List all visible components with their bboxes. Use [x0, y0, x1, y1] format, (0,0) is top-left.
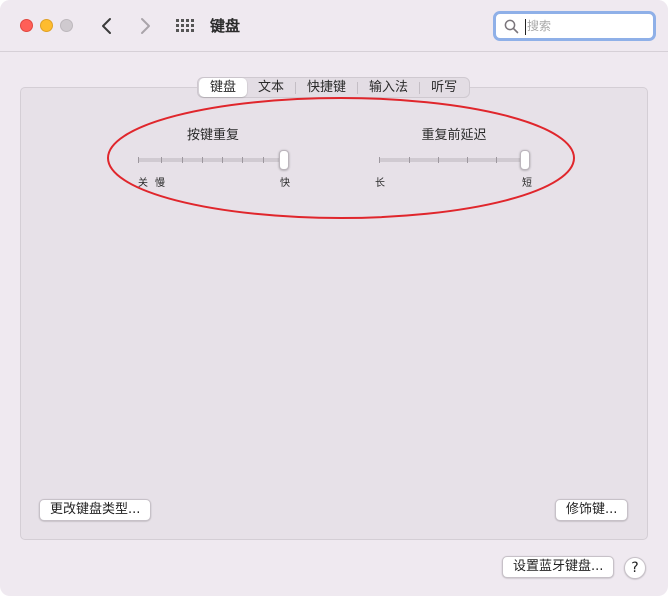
tick-mark — [263, 157, 264, 163]
modifier-keys-button[interactable]: 修饰键... — [555, 499, 629, 521]
search-input[interactable] — [527, 16, 647, 36]
key-repeat-knob[interactable] — [279, 150, 289, 170]
key-repeat-slow-label: 慢 — [155, 178, 165, 189]
repeat-delay-knob[interactable] — [520, 150, 530, 170]
repeat-delay-short-label: 短 — [522, 178, 532, 189]
tick-mark — [467, 157, 468, 163]
repeat-delay-title: 重复前延迟 — [421, 128, 487, 143]
tab-keyboard[interactable]: 键盘 — [199, 78, 248, 97]
keyboard-preferences-window: 键盘 键盘 文本 快捷键 输入法 听写 按键重复 关 慢 快 — [0, 0, 668, 596]
tab-bar: 键盘 文本 快捷键 输入法 听写 — [197, 77, 471, 98]
forward-chevron-icon[interactable] — [133, 14, 157, 38]
grid-icon[interactable] — [175, 17, 195, 34]
setup-bluetooth-keyboard-button[interactable]: 设置蓝牙键盘... — [502, 556, 615, 578]
close-button[interactable] — [20, 19, 33, 32]
tab-shortcuts[interactable]: 快捷键 — [296, 78, 357, 97]
minimize-button[interactable] — [40, 19, 53, 32]
tick-mark — [438, 157, 439, 163]
keyboard-settings-panel — [20, 87, 648, 540]
key-repeat-title: 按键重复 — [186, 128, 239, 143]
tick-mark — [161, 157, 162, 163]
help-icon[interactable]: ? — [624, 557, 646, 579]
key-repeat-off-label: 关 — [138, 178, 148, 189]
tick-mark — [242, 157, 243, 163]
text-caret — [525, 19, 526, 35]
titlebar: 键盘 — [0, 0, 668, 52]
change-keyboard-type-button[interactable]: 更改键盘类型... — [39, 499, 152, 521]
window-title: 键盘 — [210, 17, 241, 35]
repeat-delay-track[interactable] — [379, 158, 529, 162]
back-chevron-icon[interactable] — [95, 14, 119, 38]
tab-input-sources[interactable]: 输入法 — [358, 78, 419, 97]
tab-text[interactable]: 文本 — [247, 78, 295, 97]
tick-mark — [202, 157, 203, 163]
tick-mark — [496, 157, 497, 163]
repeat-delay-long-label: 长 — [375, 178, 385, 189]
search-icon — [504, 19, 519, 34]
tick-mark — [138, 157, 139, 163]
tick-mark — [379, 157, 380, 163]
zoom-button[interactable] — [60, 19, 73, 32]
tick-mark — [182, 157, 183, 163]
tick-mark — [222, 157, 223, 163]
tab-dictation[interactable]: 听写 — [420, 78, 468, 97]
search-field[interactable] — [493, 11, 656, 41]
key-repeat-fast-label: 快 — [280, 178, 290, 189]
tick-mark — [409, 157, 410, 163]
